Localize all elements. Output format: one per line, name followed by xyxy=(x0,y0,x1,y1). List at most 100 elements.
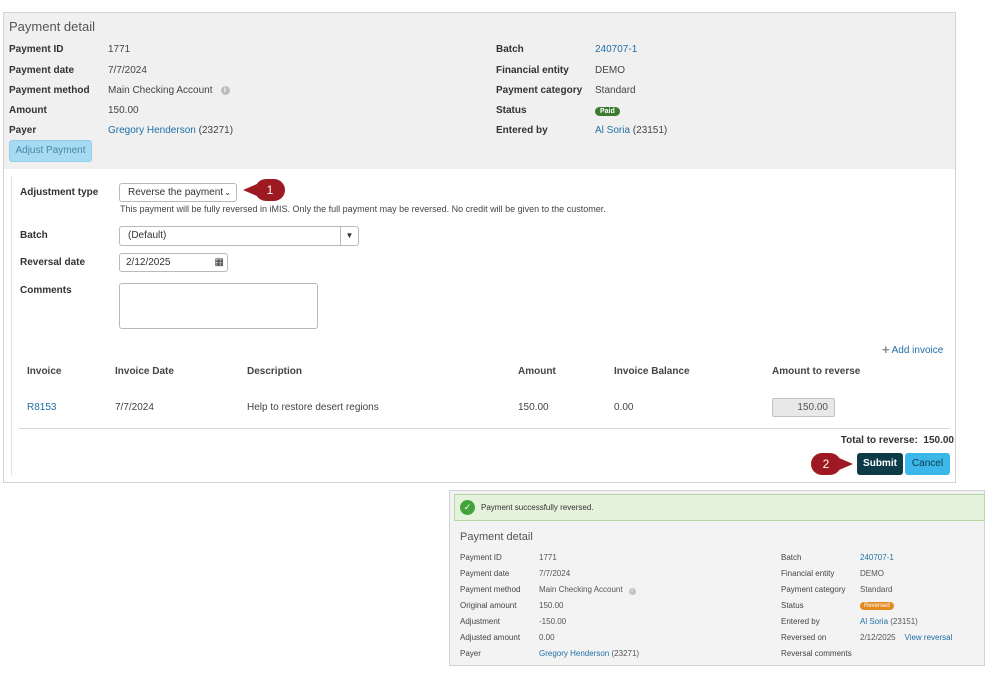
cancel-button[interactable]: Cancel xyxy=(905,453,950,475)
label-payer: Payer xyxy=(9,125,37,136)
result-value-original-amount: 150.00 xyxy=(539,601,564,610)
col-header-amount-to-reverse: Amount to reverse xyxy=(772,366,861,377)
value-payment-date: 7/7/2024 xyxy=(108,65,147,76)
invoice-link[interactable]: R8153 xyxy=(27,402,56,413)
adjustment-type-value: Reverse the payment xyxy=(128,187,224,198)
view-reversal-link[interactable]: View reversal xyxy=(904,633,952,642)
callout-number: 1 xyxy=(255,179,285,201)
success-alert: ✓ Payment successfully reversed. xyxy=(454,494,985,521)
result-label-status: Status xyxy=(781,601,804,610)
success-message: Payment successfully reversed. xyxy=(481,503,594,512)
col-header-invoice: Invoice xyxy=(27,366,62,377)
adjustment-type-select[interactable]: Reverse the payment ⌄ xyxy=(119,183,237,202)
result-value-payment-date: 7/7/2024 xyxy=(539,569,571,578)
status-badge: Paid xyxy=(595,107,620,116)
amount-cell: 150.00 xyxy=(518,402,549,413)
table-divider xyxy=(19,428,950,429)
info-icon[interactable]: i xyxy=(220,86,230,95)
description-cell: Help to restore desert regions xyxy=(247,402,379,413)
result-value-adjusted-amount: 0.00 xyxy=(539,633,555,642)
result-value-reversed-on: 2/12/2025 View reversal xyxy=(860,633,952,642)
label-status: Status xyxy=(496,105,527,116)
value-payment-id: 1771 xyxy=(108,44,131,55)
amount-to-reverse-input[interactable]: 150.00 xyxy=(772,398,835,417)
comments-label: Comments xyxy=(20,285,72,296)
dropdown-arrow-icon[interactable]: ▼ xyxy=(340,227,358,245)
result-batch-link[interactable]: 240707-1 xyxy=(860,553,894,562)
total-label: Total to reverse: xyxy=(840,435,918,446)
result-payment-method-text: Main Checking Account xyxy=(539,585,623,594)
result-entered-by-link[interactable]: Al Soria xyxy=(860,617,888,626)
callout-marker-1: 1 xyxy=(243,179,285,201)
total-value: 150.00 xyxy=(923,435,954,446)
callout-number: 2 xyxy=(811,453,841,475)
adjust-payment-button[interactable]: Adjust Payment xyxy=(9,140,92,162)
calendar-icon[interactable]: ▦ xyxy=(215,254,224,271)
plus-icon: + xyxy=(882,342,890,357)
result-value-entered-by: Al Soria (23151) xyxy=(860,617,918,626)
total-to-reverse: Total to reverse: 150.00 xyxy=(841,435,954,446)
reversal-date-label: Reversal date xyxy=(20,257,86,268)
result-value-payment-id: 1771 xyxy=(539,553,557,562)
reversal-date-value: 2/12/2025 xyxy=(126,257,171,268)
page-title: Payment detail xyxy=(9,19,95,34)
submit-button[interactable]: Submit xyxy=(857,453,903,475)
result-payer-id: (23271) xyxy=(611,649,640,658)
result-value-financial-entity: DEMO xyxy=(860,569,884,578)
payment-detail-header: Payment detail Payment ID 1771 Payment d… xyxy=(4,13,955,169)
result-label-payment-method: Payment method xyxy=(460,585,521,594)
result-value-payment-category: Standard xyxy=(860,585,893,594)
result-label-payer: Payer xyxy=(460,649,481,658)
payment-method-text: Main Checking Account xyxy=(108,85,213,96)
result-entered-by-id: (23151) xyxy=(890,617,918,626)
comments-textarea[interactable] xyxy=(119,283,318,329)
label-amount: Amount xyxy=(9,105,47,116)
label-entered-by: Entered by xyxy=(496,125,548,136)
col-header-description: Description xyxy=(247,366,303,377)
chevron-down-icon: ⌄ xyxy=(224,188,231,197)
batch-link[interactable]: 240707-1 xyxy=(595,44,637,55)
reversed-on-date: 2/12/2025 xyxy=(860,633,896,642)
result-label-reversal-comments: Reversal comments xyxy=(781,649,852,658)
payment-detail-panel: Payment detail Payment ID 1771 Payment d… xyxy=(3,12,956,483)
callout-marker-2: 2 xyxy=(811,453,853,475)
adjustment-help-text: This payment will be fully reversed in i… xyxy=(120,204,606,214)
add-invoice-text[interactable]: Add invoice xyxy=(892,345,944,356)
col-header-invoice-balance: Invoice Balance xyxy=(614,366,690,377)
add-invoice-link[interactable]: + Add invoice xyxy=(882,342,943,357)
result-title: Payment detail xyxy=(460,531,533,543)
value-payer: Gregory Henderson (23271) xyxy=(108,125,233,136)
batch-label: Batch xyxy=(20,230,48,241)
label-payment-category: Payment category xyxy=(496,85,583,96)
status-badge: Reversed xyxy=(860,602,894,610)
entered-by-link[interactable]: Al Soria xyxy=(595,125,630,136)
value-batch: 240707-1 xyxy=(595,44,637,55)
result-value-status: Reversed xyxy=(860,600,894,610)
col-header-amount: Amount xyxy=(518,366,556,377)
info-icon[interactable]: i xyxy=(628,588,636,595)
reversal-result-panel: ✓ Payment successfully reversed. Payment… xyxy=(449,490,985,666)
adjustment-type-label: Adjustment type xyxy=(20,187,99,198)
result-label-payment-date: Payment date xyxy=(460,569,510,578)
batch-select-value: (Default) xyxy=(128,230,167,241)
invoice-balance-cell: 0.00 xyxy=(614,402,634,413)
adjustment-form: Adjustment type Reverse the payment ⌄ 1 … xyxy=(11,176,954,476)
result-label-financial-entity: Financial entity xyxy=(781,569,835,578)
result-payer-link[interactable]: Gregory Henderson xyxy=(539,649,609,658)
result-label-entered-by: Entered by xyxy=(781,617,820,626)
result-label-original-amount: Original amount xyxy=(460,601,517,610)
result-value-payment-method: Main Checking Account i xyxy=(539,585,636,595)
value-amount: 150.00 xyxy=(108,105,139,116)
payer-link[interactable]: Gregory Henderson xyxy=(108,125,196,136)
value-payment-category: Standard xyxy=(595,85,636,96)
result-value-adjustment: -150.00 xyxy=(539,617,567,626)
invoice-date-cell: 7/7/2024 xyxy=(115,402,154,413)
entered-by-id: (23151) xyxy=(632,125,668,136)
result-value-payer: Gregory Henderson (23271) xyxy=(539,649,639,658)
batch-select[interactable]: (Default) ▼ xyxy=(119,226,359,246)
result-value-batch: 240707-1 xyxy=(860,553,894,562)
col-header-invoice-date: Invoice Date xyxy=(115,366,174,377)
result-label-adjustment: Adjustment xyxy=(460,617,501,626)
reversal-date-input[interactable]: 2/12/2025 ▦ xyxy=(119,253,228,272)
value-status: Paid xyxy=(595,105,620,116)
